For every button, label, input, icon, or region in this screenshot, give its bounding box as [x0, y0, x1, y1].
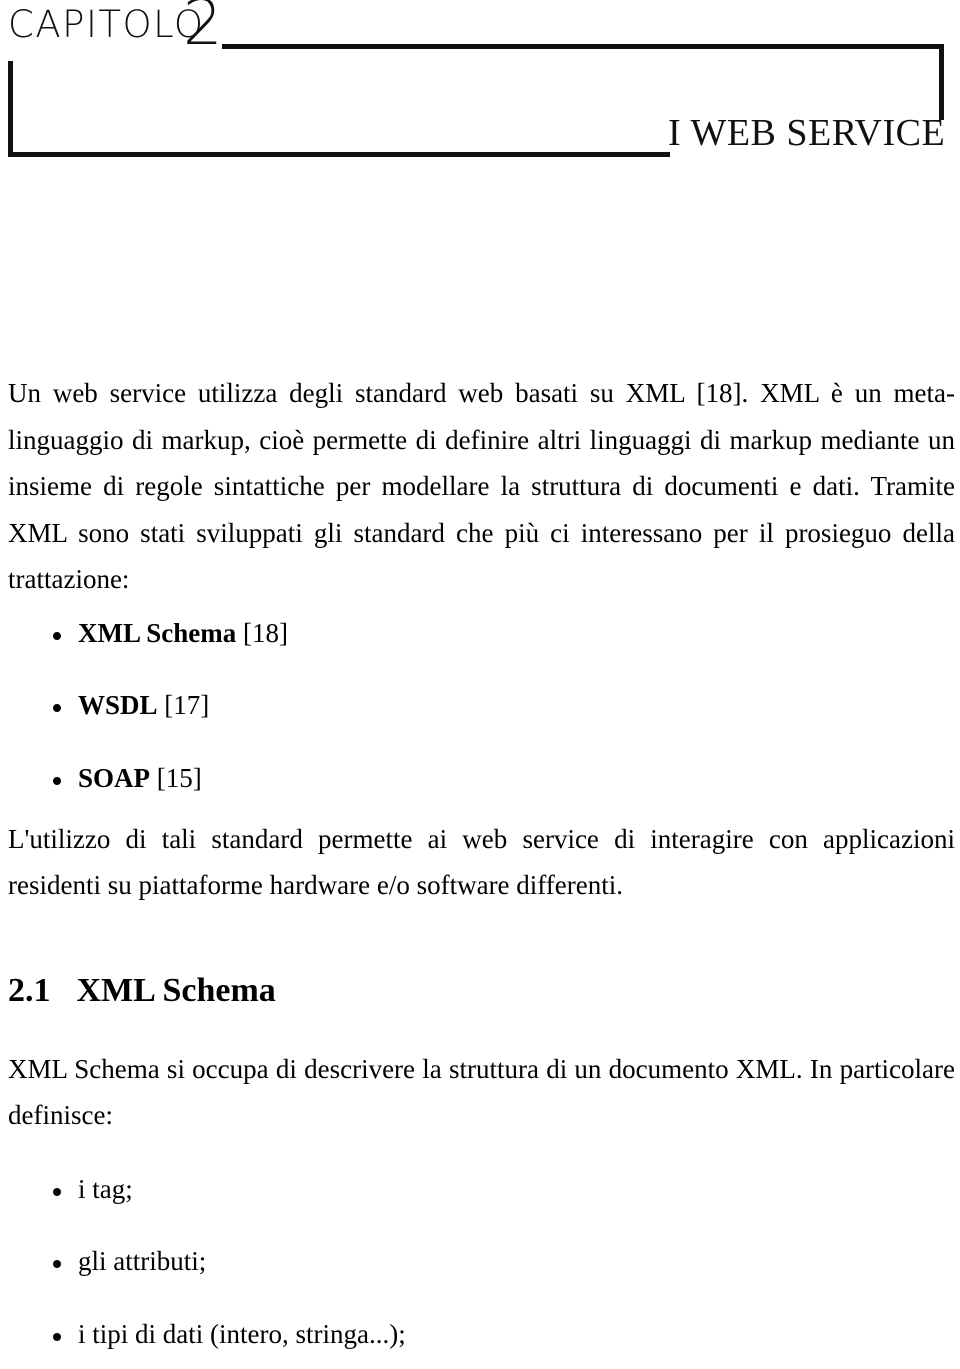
section-number: 2.1: [8, 971, 51, 1009]
list-item-reference: [18]: [243, 617, 288, 648]
section-title: XML Schema: [76, 971, 276, 1009]
list-item: gli attributi;: [8, 1246, 955, 1277]
bullet-icon: [53, 704, 61, 713]
bullet-icon: [53, 1187, 61, 1196]
usage-paragraph: L'utilizzo di tali standard permette ai …: [8, 823, 955, 901]
list-item-term: WSDL: [78, 690, 158, 721]
document-page: CAPITOLO 2 I WEB SERVICE Un web service …: [0, 0, 960, 1369]
list-item-label: i tag;: [78, 1173, 133, 1204]
frame-rule-bottom: [8, 152, 670, 157]
chapter-header: CAPITOLO 2 I WEB SERVICE: [0, 0, 960, 170]
bullet-icon: [53, 1260, 61, 1269]
bullet-icon: [53, 776, 61, 785]
section-heading: 2.1 XML Schema: [8, 971, 955, 1010]
bullet-icon: [53, 631, 61, 640]
frame-rule-right: [939, 44, 944, 120]
schema-definitions-list: i tag; gli attributi; i tipi di dati (in…: [8, 1173, 955, 1369]
frame-rule-top: [222, 44, 944, 49]
list-item: SOAP [15]: [8, 762, 955, 794]
bullet-icon: [53, 1333, 61, 1342]
list-item-reference: [17]: [164, 690, 210, 721]
list-item: i tipi di dati (intero, stringa...);: [8, 1319, 955, 1350]
section-paragraph: XML Schema si occupa di descrivere la st…: [8, 1053, 955, 1131]
intro-paragraph: Un web service utilizza degli standard w…: [8, 378, 955, 594]
list-item: WSDL [17]: [8, 690, 955, 721]
list-item-label: gli attributi;: [78, 1246, 207, 1277]
chapter-number: 2: [183, 0, 223, 59]
list-item-term: SOAP: [78, 762, 151, 793]
document-body: Un web service utilizza degli standard w…: [8, 370, 955, 1369]
chapter-title: I WEB SERVICE: [668, 112, 946, 154]
frame-rule-left: [8, 61, 13, 157]
list-item: XML Schema [18]: [8, 617, 955, 649]
standards-list: XML Schema [18] WSDL [17] SOAP [15]: [8, 617, 955, 794]
list-item: i tag;: [8, 1173, 955, 1205]
chapter-label: CAPITOLO: [8, 3, 205, 46]
list-item-reference: [15]: [156, 762, 202, 793]
list-item-term: XML Schema: [78, 617, 237, 648]
list-item-label: i tipi di dati (intero, stringa...);: [78, 1319, 406, 1350]
